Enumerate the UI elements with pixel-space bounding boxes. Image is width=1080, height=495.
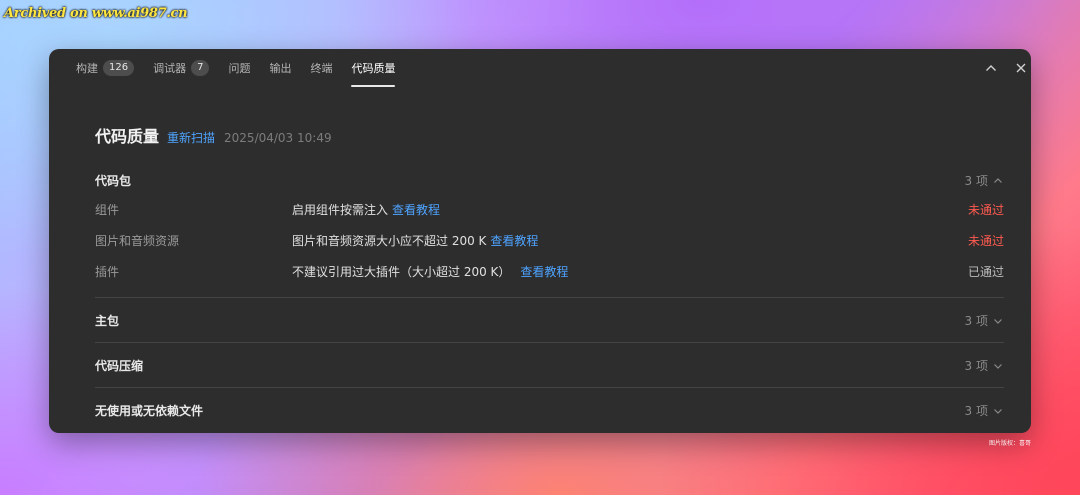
check-row: 组件 启用组件按需注入 查看教程 未通过: [95, 194, 1004, 225]
tab-badge: 126: [103, 60, 135, 76]
check-label: 插件: [95, 265, 120, 279]
section-title: 主包: [95, 314, 120, 328]
code-quality-panel: 构建 126 调试器 7 问题 输出 终端 代码质量 代码质量 重新扫描 202…: [49, 49, 1031, 433]
tab-build[interactable]: 构建 126: [76, 49, 135, 87]
page-header: 代码质量 重新扫描 2025/04/03 10:49: [95, 123, 332, 147]
section-count-wrap: 3 项: [965, 172, 1004, 189]
tutorial-link[interactable]: 查看教程: [490, 234, 538, 248]
section-count-wrap: 3 项: [965, 357, 1004, 374]
tab-bar: 构建 126 调试器 7 问题 输出 终端 代码质量: [49, 49, 1031, 87]
tab-label: 输出: [269, 62, 292, 75]
status-text: 未通过: [967, 203, 1004, 217]
section-count: 3 项: [964, 359, 988, 373]
section-title: 代码压缩: [95, 359, 144, 373]
chevron-down-icon: [994, 408, 1002, 414]
section-title: 代码包: [95, 174, 132, 188]
section-main-package[interactable]: 主包 3 项: [95, 298, 1004, 343]
check-description: 不建议引用过大插件（大小超过 200 K） 查看教程: [292, 263, 968, 280]
section-count-wrap: 3 项: [965, 312, 1004, 329]
section-title: 无使用或无依赖文件: [95, 404, 204, 418]
chevron-up-icon: [994, 177, 1002, 183]
check-row: 图片和音频资源 图片和音频资源大小应不超过 200 K 查看教程 未通过: [95, 225, 1004, 256]
tab-code-quality[interactable]: 代码质量: [351, 49, 396, 87]
tab-label: 构建: [76, 62, 98, 75]
tab-problems[interactable]: 问题: [228, 49, 250, 87]
page-title: 代码质量: [95, 127, 160, 146]
check-label: 组件: [95, 203, 120, 217]
tab-label: 调试器: [153, 62, 187, 75]
tab-label: 代码质量: [351, 62, 396, 75]
chevron-down-icon: [994, 363, 1002, 369]
tab-label: 问题: [228, 62, 251, 75]
section-unused-files[interactable]: 无使用或无依赖文件 3 项: [95, 388, 1004, 433]
section-code-compression[interactable]: 代码压缩 3 项: [95, 343, 1004, 388]
section-count: 3 项: [964, 314, 988, 328]
tab-label: 终端: [310, 62, 333, 75]
check-label: 图片和音频资源: [95, 234, 180, 248]
watermark: Archived on www.ai987.cn: [4, 6, 188, 21]
image-credit: 图片版权：喜哥: [988, 440, 1031, 447]
tab-debugger[interactable]: 调试器 7: [153, 49, 210, 87]
status-text: 已通过: [967, 265, 1004, 279]
chevron-down-icon: [994, 318, 1002, 324]
check-row: 插件 不建议引用过大插件（大小超过 200 K） 查看教程 已通过: [95, 256, 1004, 287]
check-desc-text: 图片和音频资源大小应不超过 200 K: [292, 234, 487, 248]
tab-list: 构建 126 调试器 7 问题 输出 终端 代码质量: [76, 49, 414, 87]
chevron-up-icon[interactable]: [983, 60, 999, 76]
check-desc-text: 不建议引用过大插件（大小超过 200 K）: [292, 265, 511, 279]
status-text: 未通过: [967, 234, 1004, 248]
rescan-link[interactable]: 重新扫描: [167, 129, 215, 146]
close-icon[interactable]: [1013, 60, 1029, 76]
section-count: 3 项: [964, 404, 988, 418]
tutorial-link[interactable]: 查看教程: [520, 265, 568, 279]
tutorial-link[interactable]: 查看教程: [392, 203, 440, 217]
section-count-wrap: 3 项: [965, 402, 1004, 419]
check-description: 图片和音频资源大小应不超过 200 K 查看教程: [292, 232, 968, 249]
scan-timestamp: 2025/04/03 10:49: [224, 131, 332, 145]
tab-output[interactable]: 输出: [269, 49, 291, 87]
tab-badge: 7: [191, 60, 210, 76]
section-count: 3 项: [964, 174, 988, 188]
tab-terminal[interactable]: 终端: [310, 49, 332, 87]
check-desc-text: 启用组件按需注入: [292, 203, 389, 217]
check-description: 启用组件按需注入 查看教程: [292, 201, 968, 218]
